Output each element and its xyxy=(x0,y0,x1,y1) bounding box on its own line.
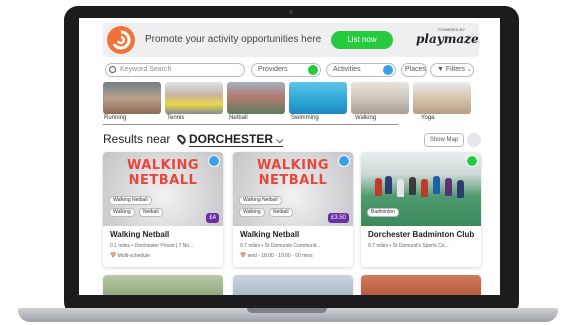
provider-icon[interactable] xyxy=(466,155,478,167)
card-image-text: WALKING NETBALL xyxy=(256,158,330,188)
category-netball[interactable] xyxy=(227,82,285,114)
category-walking[interactable] xyxy=(351,82,409,114)
person-figure xyxy=(397,179,404,197)
promo-banner: Promote your activity opportunities here… xyxy=(103,23,479,57)
price-badge: £3.50 xyxy=(327,213,349,223)
card-title: Walking Netball xyxy=(110,230,170,239)
activity-card[interactable]: Badminton Dorchester Badminton Club 0.7 … xyxy=(361,152,481,267)
activity-card-peek[interactable] xyxy=(103,275,223,295)
activity-card-peek[interactable] xyxy=(361,275,481,295)
chevron-down-icon: ⌄ xyxy=(466,67,472,73)
tag: Badminton xyxy=(367,208,399,217)
search-input[interactable]: Keyword Search xyxy=(105,63,245,77)
providers-filter[interactable]: Providers xyxy=(251,63,321,77)
category-label: Netball xyxy=(229,115,248,121)
laptop-mockup: Promote your activity opportunities here… xyxy=(0,0,575,325)
person-figure xyxy=(445,178,452,196)
activities-icon xyxy=(383,65,393,75)
laptop-notch xyxy=(247,308,327,313)
provider-icon[interactable] xyxy=(338,155,350,167)
card-image: WALKING NETBALL Walking Netball Walking N… xyxy=(103,152,223,226)
category-running[interactable] xyxy=(103,82,161,114)
activity-card[interactable]: WALKING NETBALL Walking Netball Walking N… xyxy=(103,152,223,267)
map-icon[interactable] xyxy=(467,133,481,147)
category-scrollbar[interactable] xyxy=(103,124,398,125)
category-label: Yoga xyxy=(421,115,435,121)
banner-text: Promote your activity opportunities here xyxy=(145,34,322,45)
category-yoga[interactable] xyxy=(413,82,471,114)
filters-button[interactable]: ▼ Filters ⌄ xyxy=(430,63,474,77)
places-filter[interactable]: Places xyxy=(401,63,427,77)
category-label: Walking xyxy=(355,115,377,121)
filters-label: Filters xyxy=(445,66,465,73)
tag: Walking xyxy=(239,208,265,217)
places-label: Places xyxy=(405,66,427,73)
card-image: WALKING NETBALL Walking Netball Walking N… xyxy=(233,152,353,226)
logo-icon xyxy=(107,26,135,54)
category-swimming[interactable] xyxy=(289,82,347,114)
card-image-text: WALKING NETBALL xyxy=(126,158,200,188)
card-schedule: 📅 wed - 18:00 - 19:00 - 60 mins xyxy=(240,253,313,259)
provider-icon[interactable] xyxy=(208,155,220,167)
results-heading: Results near xyxy=(103,132,171,146)
tag: Netball xyxy=(139,208,163,217)
card-meta: 0.1 miles • Dorchester Prison | 7 No... xyxy=(110,243,194,249)
filter-icon: ▼ xyxy=(437,66,444,73)
search-icon xyxy=(109,66,116,73)
person-figure xyxy=(457,180,464,198)
providers-icon xyxy=(308,65,318,75)
person-figure xyxy=(375,178,382,196)
location-selector[interactable]: DORCHESTER ⌵ xyxy=(189,132,284,147)
activity-card[interactable]: WALKING NETBALL Walking Netball Walking N… xyxy=(233,152,353,267)
activities-filter[interactable]: Activities xyxy=(326,63,396,77)
category-label: Swimming xyxy=(291,115,319,121)
category-tennis[interactable] xyxy=(165,82,223,114)
tag: Walking Netball xyxy=(109,196,152,205)
category-label: Tennis xyxy=(167,115,185,121)
location-name: DORCHESTER xyxy=(189,132,274,146)
chevron-down-icon: ⌵ xyxy=(276,135,284,145)
card-title: Dorchester Badminton Club xyxy=(368,230,475,239)
tag: Walking Netball xyxy=(239,196,282,205)
tag: Netball xyxy=(269,208,293,217)
card-meta: 0.7 miles • St Osmunds Communit... xyxy=(240,243,321,249)
location-pin-icon xyxy=(175,132,188,146)
category-label: Running xyxy=(104,115,127,121)
card-schedule: 📅 Multi-schedule xyxy=(110,253,150,259)
camera xyxy=(289,10,293,14)
screen: Promote your activity opportunities here… xyxy=(79,18,500,295)
person-figure xyxy=(385,176,392,194)
list-now-button[interactable]: List now xyxy=(331,31,393,49)
card-meta: 0.7 miles • St Osmund's Sports Ce... xyxy=(368,243,449,249)
card-image: Badminton xyxy=(361,152,481,226)
person-figure xyxy=(433,176,440,194)
calendar-icon: 📅 xyxy=(240,253,247,259)
card-title: Walking Netball xyxy=(240,230,300,239)
activity-card-peek[interactable] xyxy=(233,275,353,295)
price-badge: £4 xyxy=(206,213,219,223)
providers-label: Providers xyxy=(258,66,288,73)
show-map-button[interactable]: Show Map xyxy=(424,133,464,147)
calendar-icon: 📅 xyxy=(110,253,117,259)
person-figure xyxy=(409,177,416,195)
tag: Walking xyxy=(109,208,135,217)
brand-logo[interactable]: playmaze xyxy=(416,32,479,46)
activities-label: Activities xyxy=(333,66,361,73)
person-figure xyxy=(421,179,428,197)
